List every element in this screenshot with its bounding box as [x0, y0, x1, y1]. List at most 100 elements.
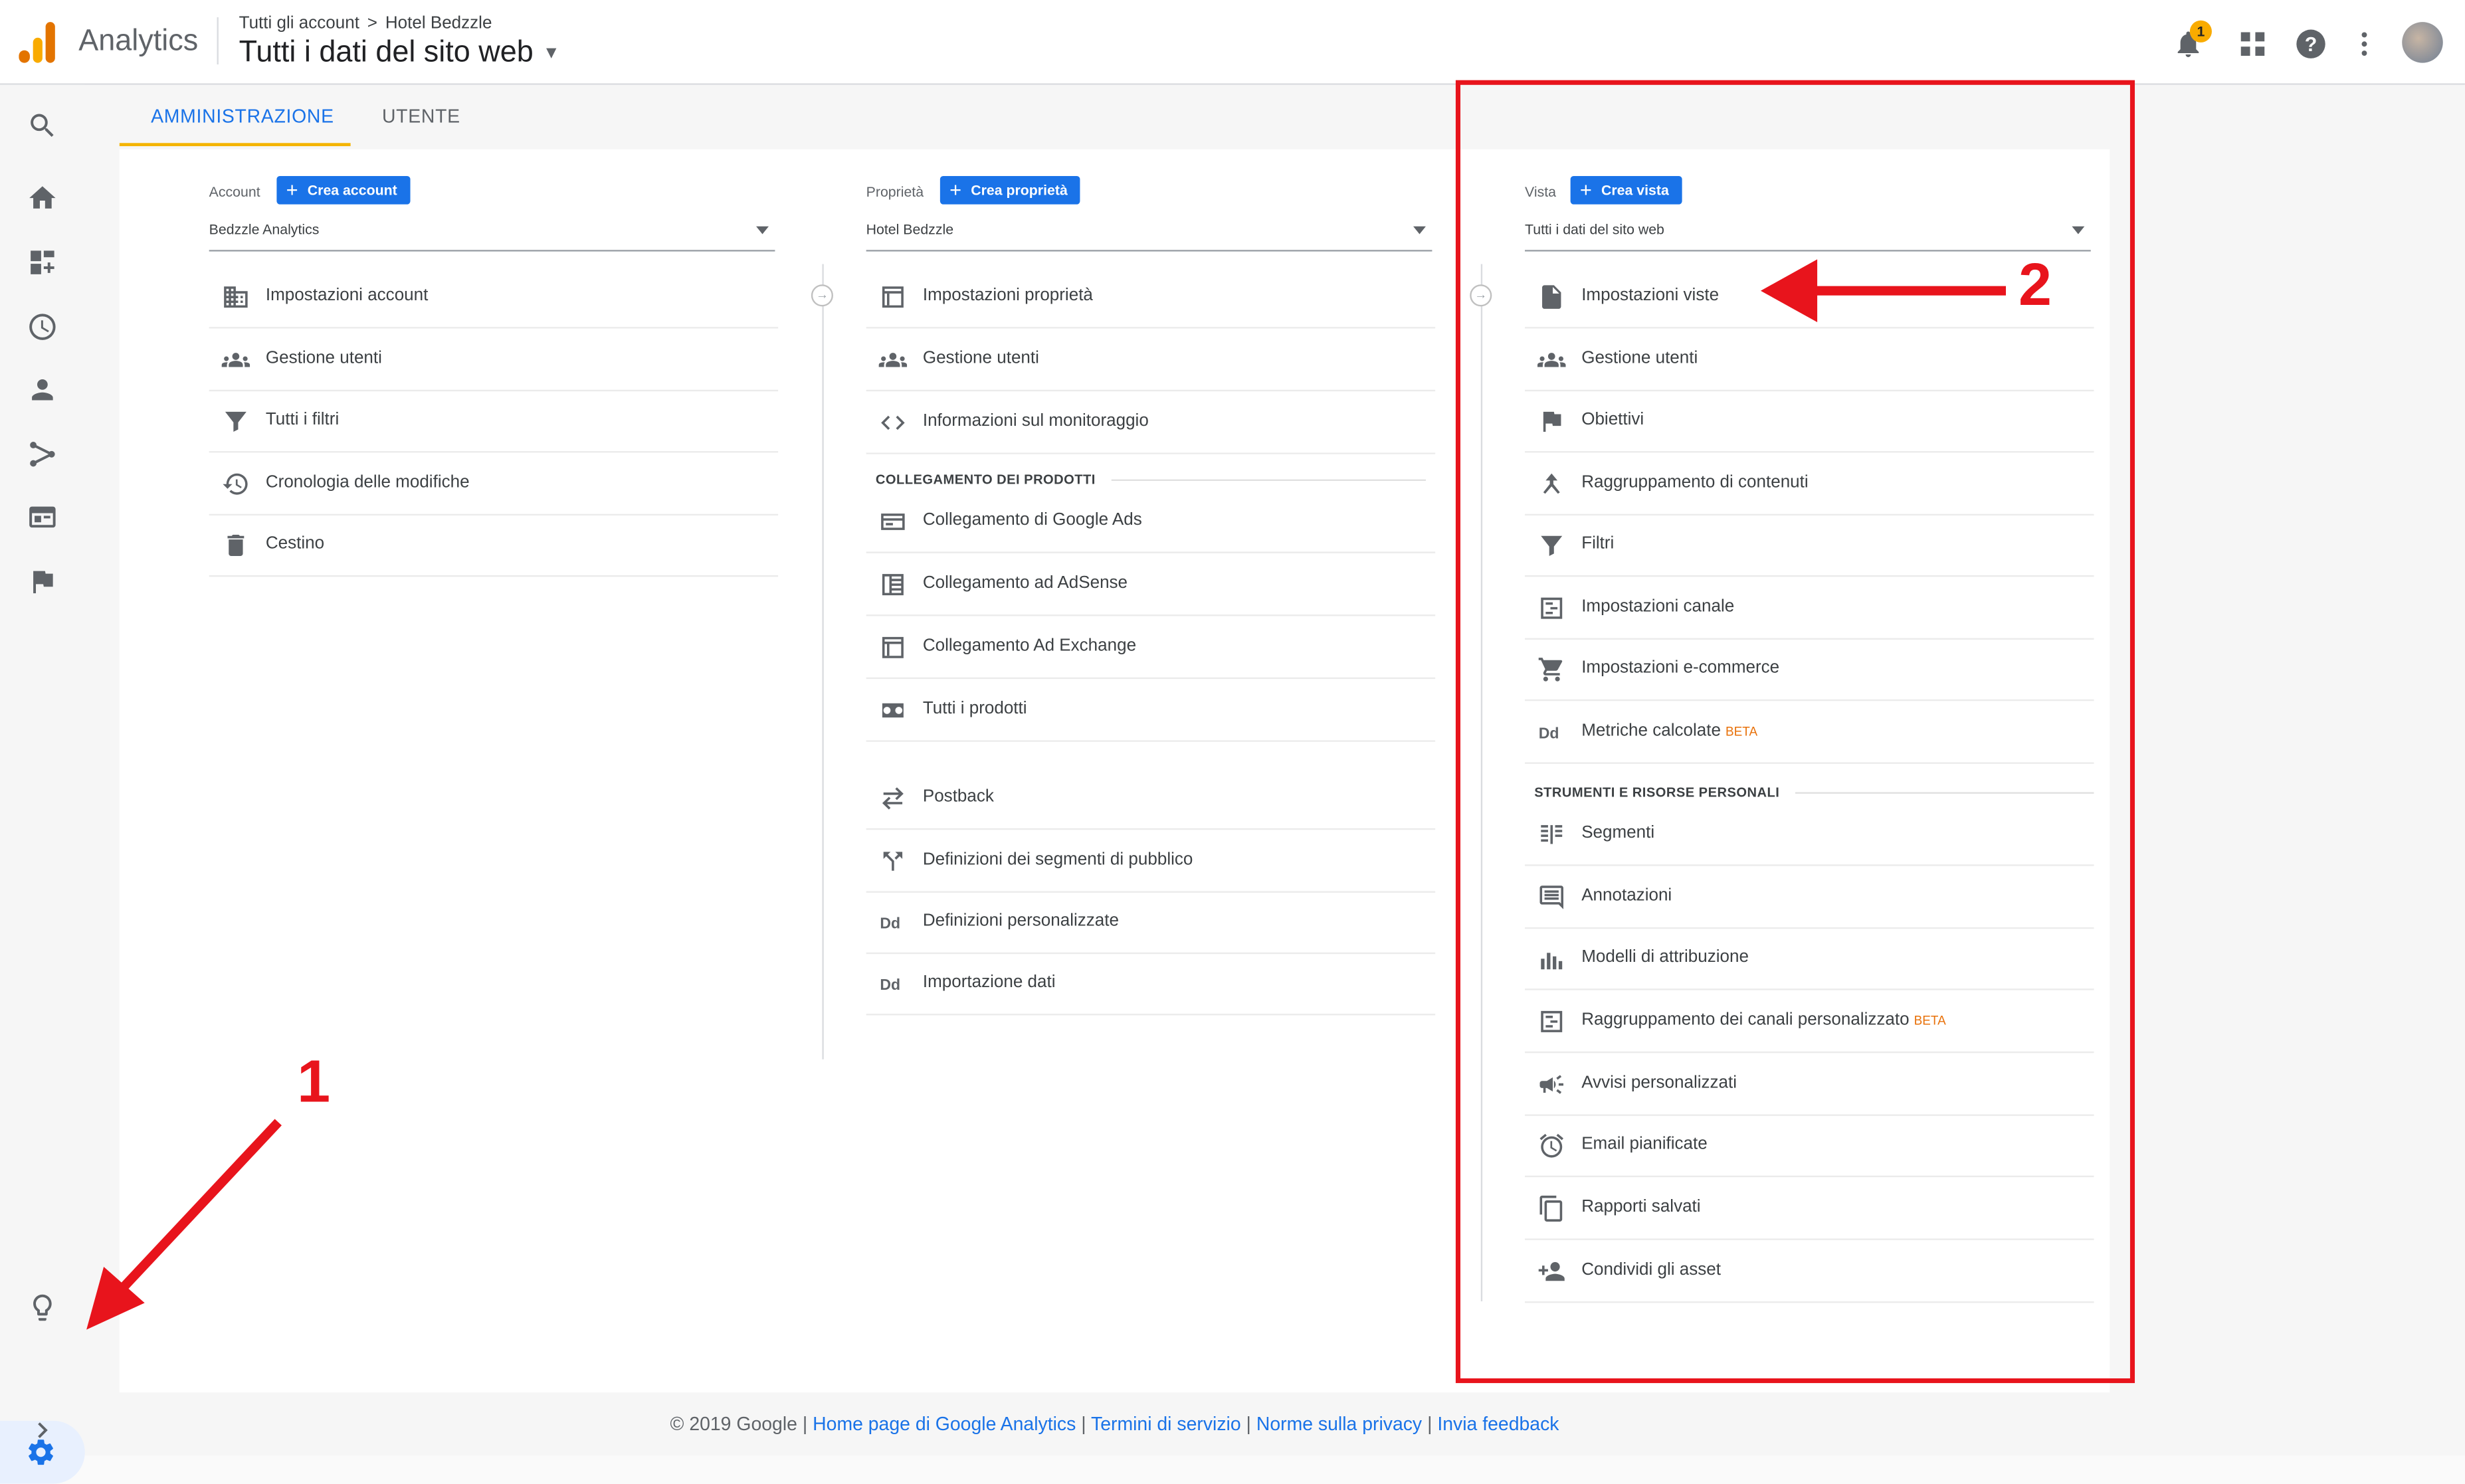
nav-acquisition-button[interactable] [23, 435, 61, 473]
help-button[interactable]: ? [2292, 25, 2330, 63]
item-label: Cestino [265, 534, 325, 553]
postback-item[interactable]: Postback [866, 767, 1436, 830]
item-label: Postback [922, 787, 994, 806]
flag-icon [33, 571, 53, 594]
property-tracking-info-item[interactable]: Informazioni sul monitoraggio [866, 391, 1436, 454]
notification-badge: 1 [2189, 20, 2212, 43]
property-select-value: Hotel Bedzzle [866, 221, 954, 238]
adexchange-icon [879, 633, 908, 662]
view-selector[interactable]: Tutti i dati del sito web ▼ [239, 36, 560, 70]
account-avatar[interactable] [2402, 22, 2443, 63]
all-products-item[interactable]: Tutti i prodotti [866, 679, 1436, 742]
more-options-button[interactable] [2345, 25, 2383, 63]
view-title: Tutti i dati del sito web [239, 36, 534, 70]
code-icon [879, 409, 908, 437]
notifications-button[interactable]: 1 [2169, 20, 2212, 63]
caret-down-icon: ▼ [542, 44, 560, 63]
item-label: Tutti i filtri [265, 410, 340, 429]
tab-admin[interactable]: AMMINISTRAZIONE [151, 106, 334, 128]
filter-icon [222, 407, 250, 436]
section-title-text: COLLEGAMENTO DEI PRODOTTI [875, 471, 1096, 488]
item-label: Importazione dati [922, 973, 1056, 992]
history-icon [222, 470, 250, 498]
plus-icon: + [286, 177, 298, 201]
data-import-item[interactable]: Dd Importazione dati [866, 953, 1436, 1016]
nav-customization-button[interactable] [23, 244, 61, 282]
create-property-label: Crea proprietà [971, 182, 1068, 199]
products-icon [879, 696, 908, 725]
item-label: Collegamento ad AdSense [922, 573, 1128, 593]
nav-discover-button[interactable] [23, 1289, 61, 1327]
postback-icon [879, 785, 908, 813]
property-settings-item[interactable]: Impostazioni proprietà [866, 266, 1436, 329]
item-label: Informazioni sul monitoraggio [922, 411, 1149, 431]
nav-behavior-button[interactable] [23, 498, 61, 536]
nav-home-button[interactable] [23, 179, 61, 217]
clock-icon [29, 314, 56, 340]
account-all-filters-item[interactable]: Tutti i filtri [209, 390, 779, 453]
footer-separator: | [802, 1413, 808, 1436]
footer-link-terms[interactable]: Termini di servizio [1091, 1413, 1241, 1435]
breadcrumb[interactable]: Tutti gli account > Hotel Bedzzle [239, 14, 492, 33]
dd-icon: Dd [879, 970, 908, 998]
footer-link-feedback[interactable]: Invia feedback [1437, 1413, 1559, 1435]
adsense-link-item[interactable]: Collegamento ad AdSense [866, 553, 1436, 616]
property-user-management-item[interactable]: Gestione utenti [866, 328, 1436, 392]
item-label: Gestione utenti [265, 349, 382, 368]
dd-icon: Dd [879, 909, 908, 937]
account-settings-item[interactable]: Impostazioni account [209, 266, 779, 329]
breadcrumb-account[interactable]: Tutti gli account [239, 14, 359, 33]
apps-button[interactable] [2234, 25, 2272, 63]
property-header: Proprietà [866, 183, 924, 200]
top-bar: Analytics Tutti gli account > Hotel Bedzzl… [0, 0, 2465, 85]
account-user-management-item[interactable]: Gestione utenti [209, 328, 779, 392]
nav-conversions-button[interactable] [23, 563, 61, 601]
audience-definitions-item[interactable]: Definizioni dei segmenti di pubblico [866, 830, 1436, 893]
create-account-button[interactable]: + Crea account [276, 175, 410, 205]
footer-separator: | [1246, 1413, 1251, 1436]
annotation-number-1: 1 [297, 1050, 331, 1116]
custom-definitions-item[interactable]: Dd Definizioni personalizzate [866, 891, 1436, 955]
account-select[interactable]: Bedzzle Analytics [209, 215, 775, 252]
create-account-label: Crea account [307, 182, 397, 199]
browser-window-icon [29, 506, 56, 528]
dashboard-plus-icon [31, 250, 54, 274]
building-icon [222, 283, 250, 312]
help-icon: ? [2296, 29, 2325, 58]
analytics-admin-page: Analytics Tutti gli account > Hotel Bedzzl… [0, 0, 2465, 1484]
nav-audience-button[interactable] [23, 371, 61, 409]
annotation-number-2: 2 [2018, 252, 2052, 320]
nav-realtime-button[interactable] [23, 308, 61, 346]
analytics-logo-icon[interactable] [19, 22, 56, 63]
item-label: Impostazioni account [265, 286, 429, 306]
tab-user[interactable]: UTENTE [382, 106, 460, 128]
acquisition-icon [30, 442, 55, 467]
account-select-value: Bedzzle Analytics [209, 221, 320, 238]
left-nav [0, 84, 85, 1484]
users-icon [221, 346, 250, 375]
ads-icon [879, 508, 908, 536]
svg-text:?: ? [2305, 34, 2317, 56]
footer-link-privacy[interactable]: Norme sulla privacy [1256, 1413, 1422, 1435]
footer-copyright: © 2019 Google [670, 1413, 797, 1436]
google-ads-link-item[interactable]: Collegamento di Google Ads [866, 490, 1436, 553]
active-tab-indicator [119, 143, 351, 147]
breadcrumb-property[interactable]: Hotel Bedzzle [385, 14, 492, 33]
footer-link-home[interactable]: Home page di Google Analytics [813, 1413, 1076, 1435]
account-change-history-item[interactable]: Cronologia delle modifiche [209, 452, 779, 516]
product-linking-section-title: COLLEGAMENTO DEI PRODOTTI [875, 471, 1426, 488]
item-label: Definizioni dei segmenti di pubblico [922, 850, 1193, 870]
header-divider [217, 17, 219, 65]
footer: © 2019 Google | Home page di Google Anal… [0, 1413, 2229, 1435]
property-select[interactable]: Hotel Bedzzle [866, 215, 1432, 252]
property-icon [879, 283, 908, 312]
item-label: Cronologia delle modifiche [265, 473, 470, 492]
search-icon [31, 114, 54, 138]
ad-exchange-link-item[interactable]: Collegamento Ad Exchange [866, 616, 1436, 680]
svg-text:Dd: Dd [880, 915, 900, 932]
create-property-button[interactable]: + Crea proprietà [939, 175, 1080, 205]
footer-separator: | [1081, 1413, 1086, 1436]
users-icon [878, 346, 908, 375]
account-trash-item[interactable]: Cestino [209, 514, 779, 577]
nav-search-button[interactable] [23, 107, 61, 145]
